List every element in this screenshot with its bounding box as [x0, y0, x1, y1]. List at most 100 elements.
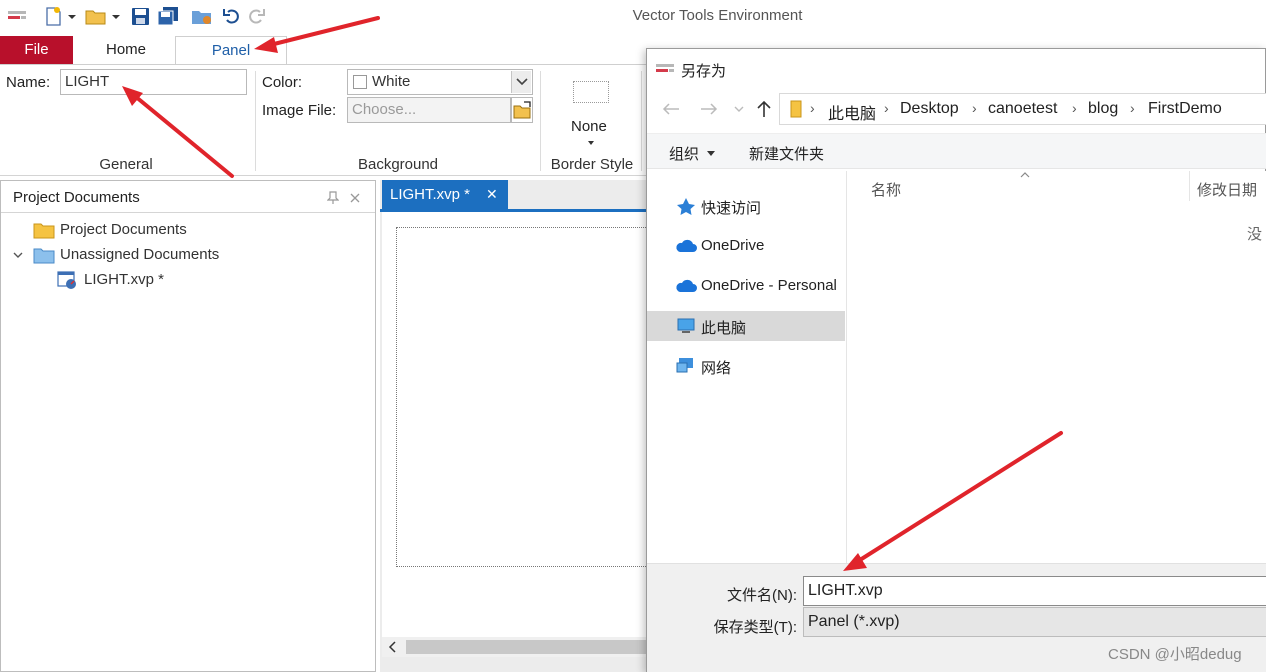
- filename-label: 文件名(N):: [727, 587, 797, 604]
- tab-panel[interactable]: Panel: [175, 36, 287, 65]
- breadcrumb-separator: ›: [810, 100, 815, 116]
- nav-item-label: 快速访问: [701, 200, 762, 217]
- border-none-icon[interactable]: [573, 81, 609, 103]
- color-select[interactable]: White: [347, 69, 533, 95]
- background-group-caption: Background: [357, 156, 439, 173]
- breadcrumb-this-pc[interactable]: 此电脑: [828, 100, 876, 124]
- breadcrumb-canoetest[interactable]: canoetest: [988, 100, 1057, 118]
- scroll-left-icon[interactable]: [388, 641, 398, 653]
- nav-item-onedrive-personal[interactable]: OneDrive - Personal: [647, 271, 845, 301]
- border-style-value[interactable]: None: [571, 118, 607, 135]
- breadcrumb-separator: ›: [1130, 100, 1135, 116]
- breadcrumb-desktop[interactable]: Desktop: [900, 100, 959, 118]
- breadcrumb-separator: ›: [884, 100, 889, 116]
- border-dropdown-icon[interactable]: [585, 139, 597, 147]
- dialog-navigation: › 此电脑 › Desktop › canoetest › blog › Fir…: [647, 93, 1266, 127]
- color-value: White: [372, 73, 411, 90]
- filetype-select[interactable]: Panel (*.xvp): [803, 607, 1266, 637]
- color-swatch: [353, 75, 367, 89]
- panel-name-input[interactable]: LIGHT: [60, 69, 247, 95]
- filetype-label: 保存类型(T):: [713, 619, 797, 636]
- nav-item-label: 网络: [701, 360, 732, 377]
- configuration-icon[interactable]: [190, 6, 214, 26]
- horizontal-scrollbar[interactable]: [382, 637, 646, 657]
- name-label: Name:: [6, 74, 51, 91]
- browse-folder-icon[interactable]: [511, 97, 533, 123]
- save-all-icon[interactable]: [156, 6, 180, 26]
- chevron-down-icon: [707, 151, 716, 156]
- breadcrumb-blog[interactable]: blog: [1088, 100, 1118, 118]
- app-icon: [656, 64, 674, 72]
- close-tab-icon[interactable]: ✕: [486, 186, 498, 203]
- chevron-down-icon[interactable]: [12, 249, 24, 261]
- back-arrow-icon[interactable]: [661, 101, 681, 117]
- cloud-icon: [676, 279, 697, 292]
- document-tab-label: LIGHT.xvp *: [390, 186, 471, 203]
- blue-folder-icon: [33, 248, 55, 264]
- column-header-modified[interactable]: 修改日期: [1197, 179, 1257, 200]
- open-folder-icon[interactable]: [84, 6, 108, 26]
- up-arrow-icon[interactable]: [755, 99, 773, 119]
- recent-locations-icon[interactable]: [733, 103, 745, 115]
- scrollbar-thumb[interactable]: [406, 640, 646, 654]
- undo-icon[interactable]: [222, 6, 240, 26]
- filename-input[interactable]: LIGHT.xvp: [803, 576, 1266, 606]
- cloud-icon: [676, 239, 697, 252]
- organize-menu-button[interactable]: 组织: [669, 143, 716, 164]
- empty-folder-text: 没: [1247, 226, 1263, 243]
- nav-item-onedrive[interactable]: OneDrive: [647, 231, 845, 261]
- group-divider: [540, 71, 541, 171]
- group-divider: [641, 71, 642, 171]
- new-document-icon[interactable]: [42, 6, 64, 26]
- panel-canvas[interactable]: [382, 212, 656, 637]
- save-icon[interactable]: [130, 6, 152, 26]
- app-menu-icon[interactable]: [6, 6, 28, 26]
- image-file-input[interactable]: Choose...: [347, 97, 511, 123]
- forward-arrow-icon[interactable]: [699, 101, 719, 117]
- navigation-pane: 快速访问 OneDrive OneDrive - Personal 此电脑 网络: [647, 171, 847, 563]
- column-header-name[interactable]: 名称: [871, 179, 901, 200]
- breadcrumb-separator: ›: [1072, 100, 1077, 116]
- nav-item-label: OneDrive: [701, 237, 765, 254]
- sort-up-icon: [1020, 172, 1030, 178]
- tree-item-light-xvp[interactable]: LIGHT.xvp *: [57, 269, 257, 291]
- image-file-label: Image File:: [262, 102, 337, 119]
- tree-item-project-documents[interactable]: Project Documents: [33, 219, 293, 241]
- close-icon[interactable]: [349, 192, 361, 204]
- pane-title: Project Documents: [13, 189, 140, 206]
- breadcrumb-firstdemo[interactable]: FirstDemo: [1148, 100, 1222, 118]
- chevron-down-icon[interactable]: [511, 71, 531, 93]
- tab-home[interactable]: Home: [84, 36, 168, 64]
- general-group-caption: General: [99, 156, 153, 173]
- pane-header: Project Documents: [1, 181, 375, 213]
- dialog-title-bar: 另存为: [647, 49, 1266, 89]
- document-tab[interactable]: LIGHT.xvp * ✕: [382, 180, 508, 210]
- tree-item-label: LIGHT.xvp *: [84, 271, 165, 288]
- new-folder-button[interactable]: 新建文件夹: [749, 143, 824, 164]
- column-divider: [1189, 171, 1190, 201]
- title-bar: Vector Tools Environment: [0, 0, 1266, 34]
- nav-item-this-pc[interactable]: 此电脑: [647, 311, 845, 341]
- dialog-toolbar: 组织 新建文件夹: [647, 133, 1266, 169]
- color-label: Color:: [262, 74, 303, 91]
- organize-label: 组织: [669, 146, 700, 163]
- panel-surface[interactable]: [396, 227, 656, 567]
- tree-item-unassigned-documents[interactable]: Unassigned Documents: [33, 244, 293, 266]
- pin-icon[interactable]: [327, 191, 339, 205]
- redo-icon[interactable]: [248, 6, 266, 26]
- open-dropdown-icon[interactable]: [110, 6, 122, 26]
- project-documents-pane: Project Documents Project Documents Unas…: [0, 180, 376, 672]
- nav-item-quick-access[interactable]: 快速访问: [647, 191, 845, 221]
- folder-icon: [33, 223, 55, 239]
- border-style-caption: Border Style: [550, 156, 634, 173]
- computer-icon: [677, 318, 695, 333]
- nav-item-network[interactable]: 网络: [647, 351, 845, 381]
- new-dropdown-icon[interactable]: [66, 6, 78, 26]
- file-list[interactable]: 名称 修改日期 没: [847, 171, 1266, 563]
- tab-file[interactable]: File: [0, 36, 73, 64]
- window-title: Vector Tools Environment: [632, 7, 803, 24]
- nav-item-label: 此电脑: [701, 320, 747, 337]
- address-bar[interactable]: › 此电脑 › Desktop › canoetest › blog › Fir…: [779, 93, 1266, 125]
- star-icon: [677, 198, 695, 215]
- watermark: CSDN @小昭dedug: [1108, 646, 1242, 663]
